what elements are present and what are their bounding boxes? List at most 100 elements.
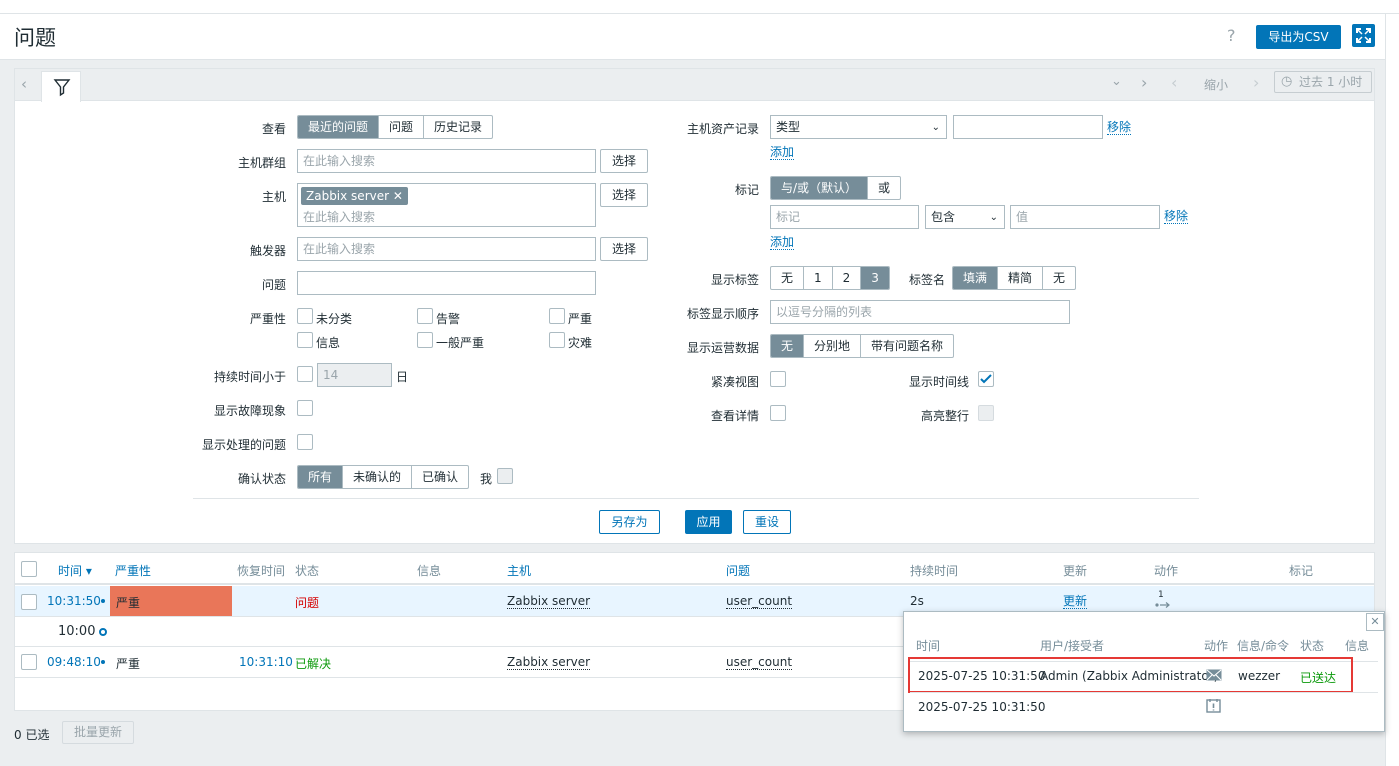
timeline-checkbox[interactable] bbox=[978, 371, 994, 387]
tag-name-input[interactable]: 标记 bbox=[770, 205, 919, 229]
zoom-out-button[interactable]: 缩小 bbox=[1204, 76, 1228, 93]
ack-all[interactable]: 所有 bbox=[298, 466, 343, 488]
time-next-icon[interactable]: › bbox=[1253, 73, 1259, 92]
tag-name-segmented[interactable]: 填满 精简 无 bbox=[952, 266, 1077, 290]
recovery-time-link[interactable]: 10:31:10 bbox=[239, 655, 293, 669]
problem-link[interactable]: user_count bbox=[726, 594, 793, 609]
update-link[interactable]: 更新 bbox=[1063, 594, 1088, 609]
severity-average-checkbox[interactable] bbox=[417, 332, 433, 348]
view-segmented[interactable]: 最近的问题 问题 历史记录 bbox=[297, 115, 494, 139]
highlight-row-checkbox[interactable] bbox=[978, 405, 994, 421]
compact-view-checkbox[interactable] bbox=[770, 371, 786, 387]
inventory-add-link[interactable]: 添加 bbox=[770, 145, 795, 160]
fullscreen-icon[interactable] bbox=[1352, 24, 1375, 47]
tag-value-input[interactable]: 值 bbox=[1010, 205, 1160, 229]
reset-button[interactable]: 重设 bbox=[743, 510, 791, 534]
show-tags-2[interactable]: 2 bbox=[831, 267, 861, 289]
ack-segmented[interactable]: 所有 未确认的 已确认 bbox=[297, 465, 470, 489]
severity-not-classified-checkbox[interactable] bbox=[297, 308, 313, 324]
show-tags-segmented[interactable]: 无 1 2 3 bbox=[770, 266, 890, 290]
host-select-button[interactable]: 选择 bbox=[600, 183, 648, 207]
host-multiselect[interactable]: Zabbix server ✕ 在此输入搜索 bbox=[297, 183, 596, 227]
severity-disaster-checkbox[interactable] bbox=[549, 332, 565, 348]
inventory-select[interactable]: 类型 ⌄ bbox=[770, 115, 947, 139]
filter-tab-bar: ‹ ⌄ › ‹ 缩小 › ◷ 过去 1 小时 bbox=[15, 69, 1374, 102]
tag-name-full[interactable]: 填满 bbox=[953, 267, 998, 289]
tag-name-none[interactable]: 无 bbox=[1042, 267, 1075, 289]
popup-row-divider bbox=[910, 692, 1378, 693]
tag-priority-input[interactable]: 以逗号分隔的列表 bbox=[770, 300, 1070, 324]
severity-high-checkbox[interactable] bbox=[549, 308, 565, 324]
opdata-segmented[interactable]: 无 分别地 带有问题名称 bbox=[770, 334, 955, 358]
host-group-select-button[interactable]: 选择 bbox=[600, 149, 648, 173]
view-history[interactable]: 历史记录 bbox=[423, 116, 492, 138]
trigger-input[interactable]: 在此输入搜索 bbox=[297, 237, 596, 261]
tags-and-or[interactable]: 与/或（默认） bbox=[771, 177, 868, 199]
age-input[interactable]: 14 bbox=[317, 363, 392, 387]
tag-name-short[interactable]: 精简 bbox=[997, 267, 1042, 289]
chevron-right-icon[interactable]: › bbox=[1141, 73, 1147, 92]
problem-label: 问题 bbox=[261, 278, 286, 292]
filter-tab[interactable] bbox=[41, 71, 81, 102]
tag-operator-select[interactable]: 包含 ⌄ bbox=[925, 205, 1005, 229]
severity-warning-checkbox[interactable] bbox=[417, 308, 433, 324]
filter-panel: ‹ ⌄ › ‹ 缩小 › ◷ 过去 1 小时 查看 最近的问题 问题 历史记录 … bbox=[14, 68, 1375, 544]
host-chip[interactable]: Zabbix server ✕ bbox=[301, 187, 408, 205]
host-link[interactable]: Zabbix server bbox=[507, 655, 591, 670]
trigger-select-button[interactable]: 选择 bbox=[600, 237, 648, 261]
opdata-none[interactable]: 无 bbox=[771, 335, 804, 357]
tag-add-link[interactable]: 添加 bbox=[770, 235, 795, 250]
select-all-checkbox[interactable] bbox=[21, 561, 37, 577]
opdata-with-problem[interactable]: 带有问题名称 bbox=[860, 335, 953, 357]
inventory-remove-link[interactable]: 移除 bbox=[1107, 120, 1132, 135]
actions-icon[interactable]: 1 bbox=[1154, 590, 1174, 610]
remove-chip-icon[interactable]: ✕ bbox=[393, 189, 403, 203]
view-problems[interactable]: 问题 bbox=[378, 116, 423, 138]
column-problem[interactable]: 问题 bbox=[726, 562, 750, 579]
chevron-left-icon[interactable]: ‹ bbox=[21, 75, 27, 93]
problem-input[interactable] bbox=[297, 271, 596, 295]
show-tags-none[interactable]: 无 bbox=[771, 267, 803, 289]
mass-update-button[interactable]: 批量更新 bbox=[62, 721, 134, 744]
row-checkbox[interactable] bbox=[21, 594, 37, 610]
age-checkbox[interactable] bbox=[297, 366, 313, 382]
view-recent-problems[interactable]: 最近的问题 bbox=[298, 116, 379, 138]
details-checkbox[interactable] bbox=[770, 405, 786, 421]
filter-icon bbox=[53, 79, 71, 97]
row-checkbox[interactable] bbox=[21, 654, 37, 670]
chevron-down-icon[interactable]: ⌄ bbox=[1111, 74, 1122, 89]
help-icon[interactable]: ? bbox=[1227, 26, 1236, 45]
export-csv-button[interactable]: 导出为CSV bbox=[1256, 25, 1341, 49]
row-time-link[interactable]: 09:48:10 bbox=[47, 655, 101, 669]
severity-label: 严重性 bbox=[249, 312, 286, 326]
inventory-value-input[interactable] bbox=[953, 115, 1103, 139]
show-tags-1[interactable]: 1 bbox=[803, 267, 832, 289]
host-link[interactable]: Zabbix server bbox=[507, 594, 591, 609]
ack-unacknowledged[interactable]: 未确认的 bbox=[342, 466, 411, 488]
column-severity[interactable]: 严重性 bbox=[115, 562, 151, 579]
ack-me-checkbox[interactable] bbox=[497, 468, 513, 484]
time-range-tab[interactable]: ◷ 过去 1 小时 bbox=[1274, 71, 1372, 93]
problem-link[interactable]: user_count bbox=[726, 655, 793, 670]
show-suppressed-checkbox[interactable] bbox=[297, 434, 313, 450]
column-host[interactable]: 主机 bbox=[507, 562, 531, 579]
ack-acknowledged[interactable]: 已确认 bbox=[411, 466, 468, 488]
host-group-input[interactable]: 在此输入搜索 bbox=[297, 149, 596, 173]
highlight-row-label: 高亮整行 bbox=[920, 409, 969, 423]
severity-information-label: 信息 bbox=[316, 336, 341, 350]
tag-remove-link[interactable]: 移除 bbox=[1164, 209, 1189, 224]
page-scrollbar[interactable] bbox=[1385, 14, 1399, 766]
column-time[interactable]: 时间 ▾ bbox=[58, 562, 92, 579]
row-time-link[interactable]: 10:31:50 bbox=[47, 594, 101, 608]
opdata-separately[interactable]: 分别地 bbox=[803, 335, 860, 357]
tags-or[interactable]: 或 bbox=[867, 177, 900, 199]
time-prev-icon[interactable]: ‹ bbox=[1171, 73, 1177, 92]
close-icon[interactable]: ✕ bbox=[1366, 613, 1384, 631]
save-as-button[interactable]: 另存为 bbox=[599, 510, 660, 534]
show-symptoms-checkbox[interactable] bbox=[297, 400, 313, 416]
apply-button[interactable]: 应用 bbox=[685, 510, 732, 534]
tags-operator-segmented[interactable]: 与/或（默认） 或 bbox=[770, 176, 902, 200]
show-tags-3[interactable]: 3 bbox=[860, 267, 889, 289]
column-tags: 标记 bbox=[1289, 564, 1314, 578]
severity-information-checkbox[interactable] bbox=[297, 332, 313, 348]
